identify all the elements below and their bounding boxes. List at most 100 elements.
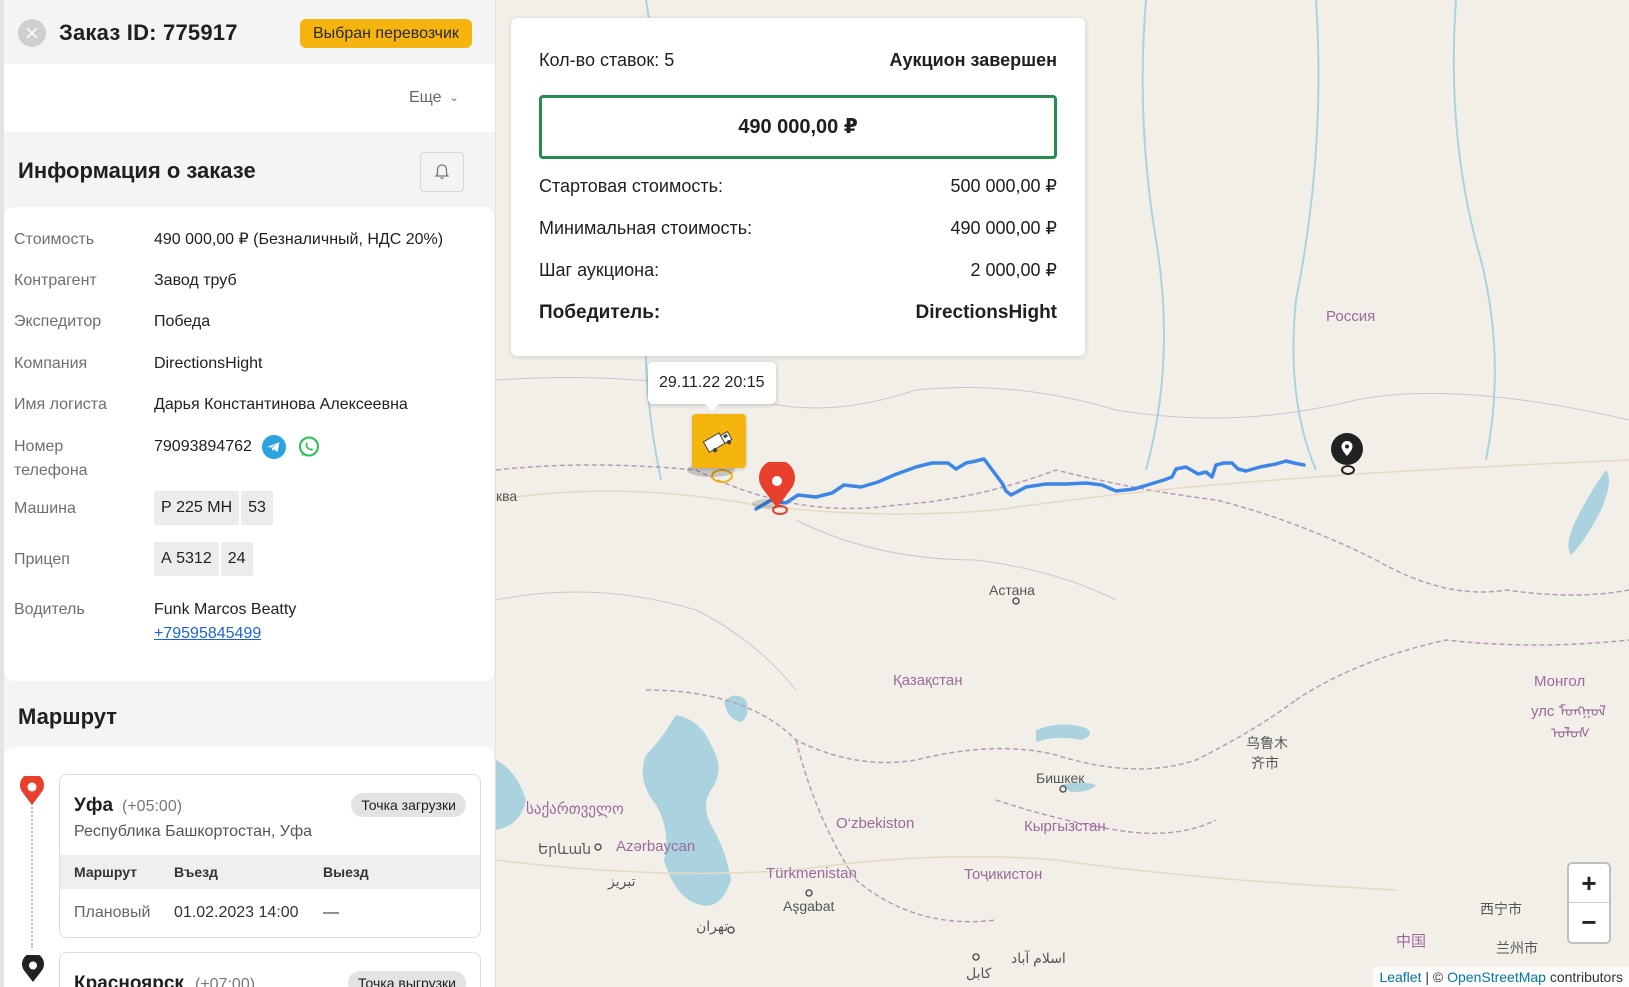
info-label: Стоимость [14, 231, 95, 248]
chevron-down-icon: ⌄ [449, 92, 459, 104]
route-heading: Маршрут [18, 704, 118, 729]
truck-position-tooltip: 29.11.22 20:15 [648, 362, 776, 411]
zoom-out-button[interactable]: − [1569, 903, 1609, 942]
map-label-kyrgyzstan: Кыргызстан [1024, 818, 1106, 835]
auction-step-label: Шаг аукциона: [539, 260, 660, 280]
info-row-company: Компания DirectionsHight [14, 352, 262, 376]
auction-status: Аукцион завершен [889, 50, 1057, 70]
map-label-islamabad: اسلام آباد [1011, 950, 1066, 966]
zoom-control: + − [1567, 862, 1611, 944]
winner-label: Победитель: [539, 302, 661, 323]
stop-city: Уфа [74, 795, 114, 816]
route-stop-card[interactable]: Уфа (+05:00) Точка загрузки Республика Б… [59, 774, 481, 938]
info-label: Контрагент [14, 272, 97, 289]
more-dropdown-button[interactable]: Еще ⌄ [409, 89, 459, 107]
map-label-uzbekistan: O‘zbekiston [836, 815, 915, 832]
leaflet-link[interactable]: Leaflet [1379, 969, 1421, 985]
map-label-kabul: کابل [966, 965, 992, 981]
auction-card: Кол-во ставок: 5 Аукцион завершен 490 00… [511, 18, 1085, 356]
status-badge: Выбран перевозчик [300, 19, 472, 48]
info-row-phone: Номер телефона 79093894762 [14, 435, 321, 483]
whatsapp-icon[interactable] [297, 435, 321, 459]
truck-icon [702, 430, 733, 454]
winner-value: DirectionsHight [915, 302, 1057, 323]
map-attribution: Leaflet | © OpenStreetMap contributors [1373, 967, 1629, 987]
info-label: Машина [14, 500, 76, 517]
route-stop-card[interactable]: Красноярск (+07:00) Точка выгрузки [59, 952, 481, 987]
map-label-yerevan: Երևան [538, 841, 591, 857]
map-label-urumqi-1: 乌鲁木 [1246, 735, 1288, 751]
info-label: Имя логиста [14, 396, 107, 413]
order-side-panel: × Заказ ID: 775917 Выбран перевозчик Еще… [0, 0, 496, 987]
order-title: Заказ ID: 775917 [59, 20, 238, 45]
map-label-tehran: تهران [696, 918, 729, 934]
start-price-row: Стартовая стоимость: 500 000,00 ₽ [539, 176, 1057, 197]
info-value: Завод труб [154, 272, 237, 289]
map-label-lanzhou: 兰州市 [1496, 940, 1538, 956]
telegram-icon[interactable] [262, 435, 287, 459]
osm-link[interactable]: OpenStreetMap [1447, 969, 1546, 985]
start-price-value: 500 000,00 ₽ [950, 176, 1057, 196]
actions-bar: Еще ⌄ [4, 64, 495, 132]
truck-marker[interactable] [692, 414, 746, 468]
plate-region: 24 [220, 542, 253, 576]
map-label-mongolia-1: Монгол [1534, 673, 1586, 690]
start-price-label: Стартовая стоимость: [539, 176, 723, 196]
info-row-trailer: Прицеп А 5312 24 [14, 542, 253, 576]
map-label-turkmenistan: Türkmenistan [766, 865, 857, 882]
info-row-cost: Стоимость 490 000,00 ₽ (Безналичный, НДС… [14, 228, 443, 252]
min-price-row: Минимальная стоимость: 490 000,00 ₽ [539, 218, 1057, 239]
map-label-tajikistan: Тоҷикистон [964, 866, 1043, 883]
map-label-urumqi-2: 齐市 [1251, 755, 1279, 771]
order-info-heading: Информация о заказе [18, 158, 256, 183]
info-row-logist: Имя логиста Дарья Константинова Алексеев… [14, 393, 408, 417]
end-marker-pin-icon[interactable] [1330, 432, 1364, 470]
route-map[interactable]: Россия Астана Қазақстан Бишкек Кыргызста… [496, 0, 1629, 987]
info-row-driver: Водитель Funk Marcos Beatty +79595845499 [14, 598, 296, 646]
stop-timezone: (+07:00) [195, 976, 256, 987]
start-marker-pin-icon[interactable] [757, 462, 797, 510]
info-value: 490 000,00 ₽ (Безналичный, НДС 20%) [154, 231, 444, 248]
route-timeline [31, 800, 33, 948]
bell-icon [434, 164, 450, 179]
schedule-entry: 01.02.2023 14:00 [174, 904, 299, 921]
bids-count: Кол-во ставок: 5 [539, 50, 675, 70]
driver-name: Funk Marcos Beatty [154, 601, 297, 618]
map-label-russia: Россия [1326, 308, 1376, 325]
map-label-tabriz: تبریز [608, 873, 636, 889]
attribution-separator: | © [1421, 969, 1448, 985]
min-price-value: 490 000,00 ₽ [950, 218, 1057, 238]
auction-step-row: Шаг аукциона: 2 000,00 ₽ [539, 260, 1057, 281]
map-label-mongolia-3: ᠤᠯᠤᠰ [1551, 725, 1591, 742]
map-label-ashgabat: Aşgabat [783, 898, 835, 914]
end-point-pin-icon [22, 955, 44, 982]
info-label: Компания [14, 355, 88, 372]
current-price: 490 000,00 ₽ [539, 95, 1057, 159]
stop-address: Республика Башкортостан, Уфа [74, 823, 313, 840]
schedule-row: Плановый 01.02.2023 14:00 — [60, 889, 480, 937]
plate-region: 53 [241, 491, 273, 525]
info-value: 79093894762 [154, 435, 321, 483]
zoom-in-button[interactable]: + [1569, 864, 1609, 903]
map-label-astana: Астана [989, 582, 1035, 598]
info-label: Водитель [14, 601, 85, 618]
plate-number: Р 225 МН [154, 491, 240, 525]
min-price-label: Минимальная стоимость: [539, 218, 753, 238]
info-row-forwarder: Экспедитор Победа [14, 310, 210, 334]
schedule-col-exit: Выезд [323, 864, 369, 880]
notifications-button[interactable] [420, 152, 464, 192]
phone-label-line-1: Номер [14, 438, 64, 455]
stop-city: Красноярск [74, 973, 184, 987]
close-icon[interactable]: × [18, 19, 46, 47]
info-label: Номер телефона [14, 435, 154, 483]
driver-phone-link[interactable]: +79595845499 [154, 625, 261, 642]
start-point-pin-icon [20, 776, 44, 805]
info-value: DirectionsHight [154, 355, 263, 372]
more-label: Еще [409, 89, 442, 106]
map-label-xining: 西宁市 [1480, 901, 1522, 917]
logist-phone: 79093894762 [154, 438, 252, 456]
schedule-col-route: Маршрут [74, 864, 138, 880]
attribution-contributors: contributors [1545, 969, 1623, 985]
vehicle-plate: Р 225 МН 53 [154, 491, 273, 525]
info-value: Funk Marcos Beatty +79595845499 [154, 598, 296, 646]
